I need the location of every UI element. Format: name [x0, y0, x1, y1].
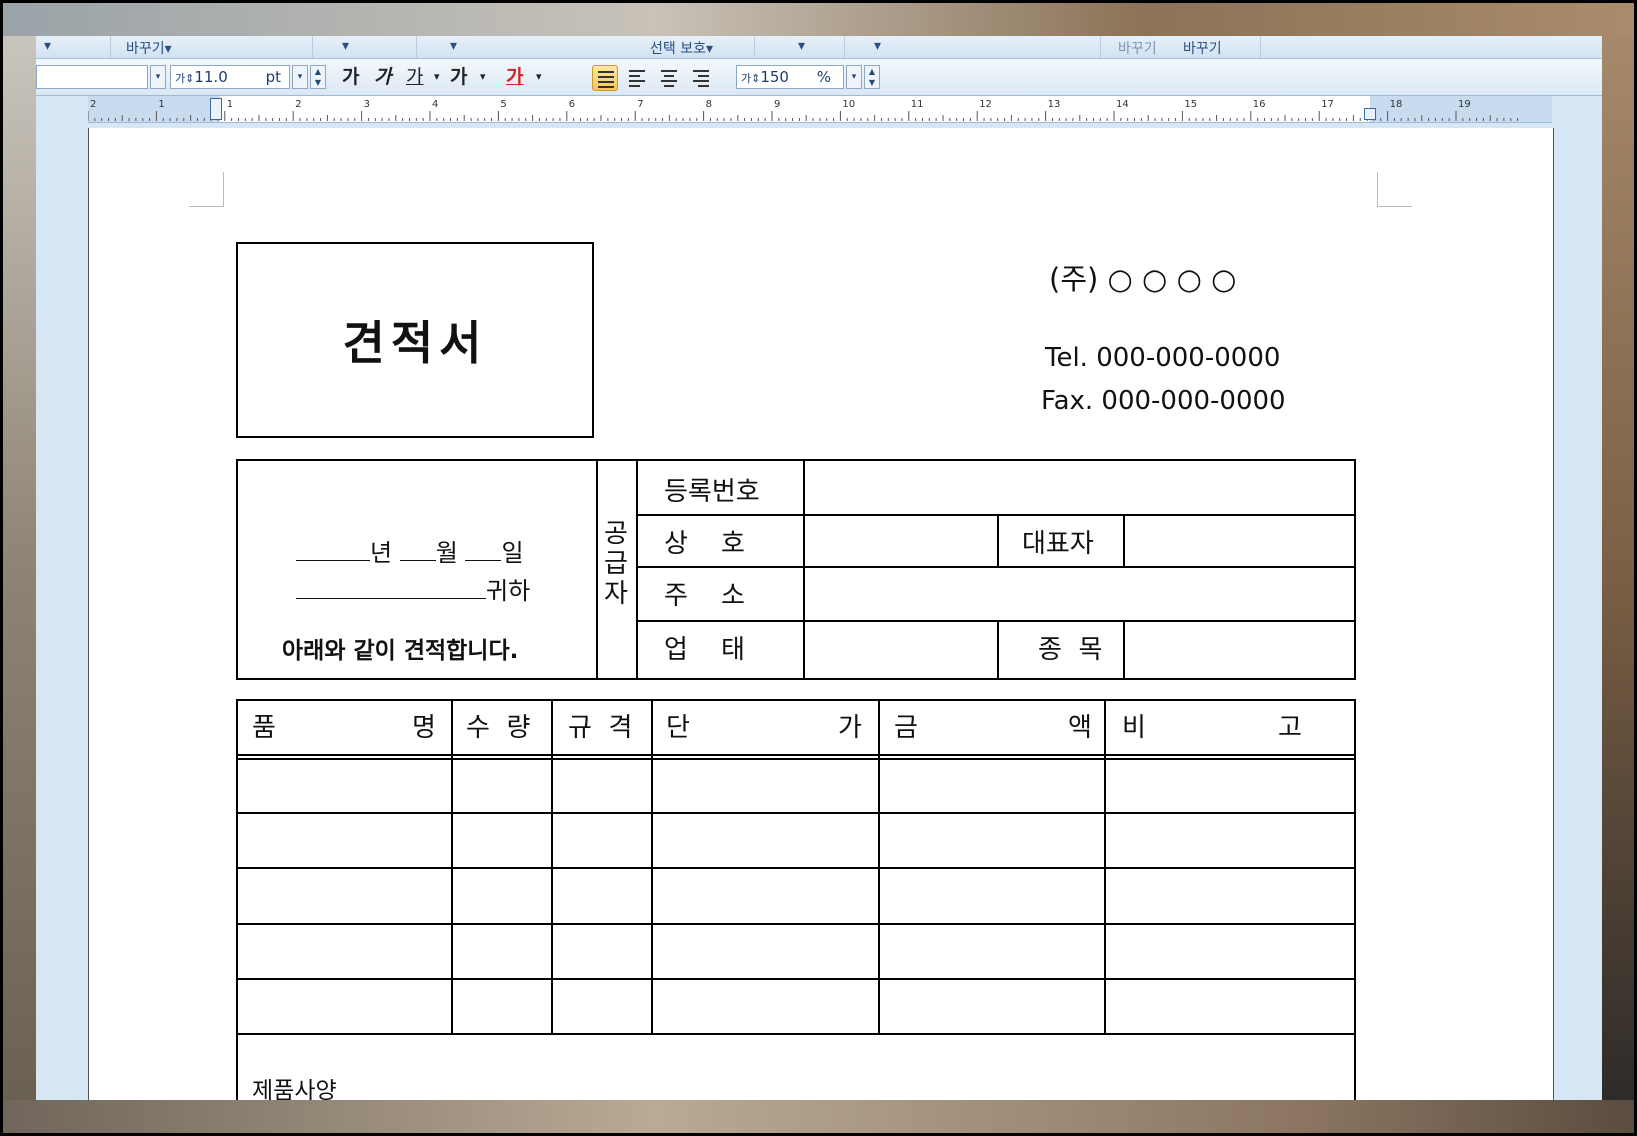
replace-button-disabled[interactable]: 바꾸기	[1118, 38, 1157, 58]
supplier-table: 년 월 일 귀하 아래와 같이 견적합니다. 공 급 자 등록번호 상 호 대표…	[236, 459, 1356, 680]
dropdown-arrow-icon[interactable]: ▾	[44, 38, 51, 54]
ruler-label: 11	[911, 99, 924, 110]
align-left-icon[interactable]	[624, 65, 650, 91]
indent-marker-icon[interactable]	[210, 98, 222, 120]
photo-background-left	[0, 36, 36, 1100]
table-row[interactable]	[238, 812, 1354, 814]
representative-label: 대표자	[1022, 529, 1094, 559]
ruler-label: 7	[637, 99, 643, 110]
ruler-label: 19	[1458, 99, 1471, 110]
ruler-label: 1	[158, 99, 164, 110]
ruler-label: 1	[227, 99, 233, 110]
business-type-label: 업 태	[664, 635, 745, 665]
dropdown-arrow-icon[interactable]: ▾	[536, 65, 542, 89]
right-indent-marker-icon[interactable]	[1364, 108, 1376, 120]
trade-name-label: 상 호	[664, 529, 745, 559]
font-name-dropdown[interactable]: ▾	[150, 65, 166, 89]
font-size-icon: 가⇕	[175, 72, 195, 85]
ruler-label: 2	[295, 99, 301, 110]
line-spacing-dropdown[interactable]: ▾	[846, 65, 862, 89]
ruler-label: 3	[364, 99, 370, 110]
ruler-label: 4	[432, 99, 438, 110]
address-label: 주 소	[664, 581, 745, 611]
selection-protect-menu[interactable]: 선택 보호▾	[650, 38, 713, 58]
ruler-label: 10	[842, 99, 855, 110]
company-tel: Tel. 000-000-0000	[1045, 343, 1281, 373]
amount-header-right: 액	[1068, 713, 1092, 743]
photo-background-right	[1602, 36, 1637, 1100]
ruler-label: 5	[500, 99, 506, 110]
dropdown-arrow-icon[interactable]: ▾	[342, 38, 349, 54]
supplier-label: 공 급 자	[604, 519, 628, 609]
amount-header-left: 금	[894, 713, 918, 743]
items-table: 품 명 수 량 규 격 단 가 금 액 비 고 제품사양	[236, 699, 1356, 1100]
product-spec-label: 제품사양	[252, 1078, 337, 1100]
line-spacing-icon: 가⇕	[741, 72, 761, 85]
photo-background-bottom	[0, 1100, 1637, 1136]
toolbar-top: ▾ 바꾸기▾ ▾ ▾ 선택 보호▾ ▾ ▾ 바꾸기 바꾸기	[36, 36, 1602, 59]
remarks-header-left: 비	[1122, 713, 1146, 743]
photo-background-top	[0, 0, 1637, 36]
unit-price-header-right: 가	[838, 713, 862, 743]
line-spacing-stepper[interactable]: ▲ ▼	[864, 65, 880, 89]
recipient-line[interactable]: 귀하	[296, 571, 530, 606]
remarks-header-right: 고	[1278, 713, 1302, 743]
ruler-label: 17	[1321, 99, 1334, 110]
text-color-button[interactable]: 가	[506, 65, 523, 89]
align-justify-icon[interactable]	[592, 65, 618, 91]
italic-button[interactable]: 가	[374, 65, 391, 89]
company-name: (주) ○ ○ ○ ○	[1049, 262, 1237, 296]
font-name-input[interactable]	[36, 65, 148, 89]
ruler-label: 12	[979, 99, 992, 110]
document-page[interactable]: 견적서 (주) ○ ○ ○ ○ Tel. 000-000-0000 Fax. 0…	[88, 128, 1554, 1100]
underline-button[interactable]: 가	[406, 65, 423, 89]
quantity-header: 수 량	[466, 713, 531, 743]
ruler-ticks: 2 1 1 2 3 4 5 6 7 8 9 10 11 12 13 14 15 16 17 18 19	[88, 99, 1519, 121]
ruler-label: 18	[1390, 99, 1403, 110]
table-row[interactable]	[238, 1033, 1354, 1035]
ruler-label: 13	[1048, 99, 1061, 110]
crop-mark-top-right	[1377, 172, 1412, 207]
spec-header: 규 격	[568, 713, 633, 743]
bold-button[interactable]: 가	[342, 65, 359, 89]
ruler-label: 2	[90, 99, 96, 110]
table-row[interactable]	[238, 978, 1354, 980]
ruler-label: 8	[706, 99, 712, 110]
intro-text: 아래와 같이 견적합니다.	[282, 638, 519, 664]
company-fax: Fax. 000-000-0000	[1041, 386, 1286, 416]
line-spacing-input[interactable]: 가⇕150%	[736, 65, 844, 89]
business-item-label: 종 목	[1038, 635, 1103, 665]
dropdown-arrow-icon[interactable]: ▾	[874, 38, 881, 54]
ruler-label: 14	[1116, 99, 1129, 110]
dropdown-arrow-icon[interactable]: ▾	[798, 38, 805, 54]
replace-menu[interactable]: 바꾸기▾	[126, 38, 172, 58]
formatting-toolbar: ▾ 가⇕11.0 pt ▾ ▲ ▼ 가 가 가 ▾ 가 ▾ 가 ▾ 가⇕150% ▾…	[36, 59, 1602, 96]
outline-button[interactable]: 가	[450, 65, 467, 89]
crop-mark-top-left	[189, 172, 224, 207]
date-line[interactable]: 년 월 일	[296, 533, 524, 568]
item-name-header-left: 품	[252, 713, 276, 743]
ruler-label: 6	[569, 99, 575, 110]
font-size-input[interactable]: 가⇕11.0 pt	[170, 65, 290, 89]
ruler-label: 16	[1253, 99, 1266, 110]
registration-number-label: 등록번호	[664, 477, 760, 507]
horizontal-ruler[interactable]: 2 1 1 2 3 4 5 6 7 8 9 10 11 12 13 14 15 16 17 18 19	[88, 96, 1552, 123]
item-name-header-right: 명	[412, 713, 436, 743]
ruler-label: 15	[1184, 99, 1197, 110]
table-row[interactable]	[238, 923, 1354, 925]
dropdown-arrow-icon[interactable]: ▾	[434, 65, 440, 89]
unit-price-header-left: 단	[666, 713, 690, 743]
dropdown-arrow-icon[interactable]: ▾	[480, 65, 486, 89]
ruler-label: 9	[774, 99, 780, 110]
word-processor-window: ▾ 바꾸기▾ ▾ ▾ 선택 보호▾ ▾ ▾ 바꾸기 바꾸기 ▾ 가⇕11.0 pt…	[36, 36, 1602, 1100]
document-title: 견적서	[236, 242, 594, 438]
align-center-icon[interactable]	[656, 65, 682, 91]
table-row[interactable]	[238, 867, 1354, 869]
align-right-icon[interactable]	[688, 65, 714, 91]
replace-button[interactable]: 바꾸기	[1183, 38, 1222, 58]
dropdown-arrow-icon[interactable]: ▾	[450, 38, 457, 54]
font-size-stepper[interactable]: ▲ ▼	[310, 65, 326, 89]
font-size-unit: pt	[265, 68, 281, 86]
font-size-dropdown[interactable]: ▾	[292, 65, 308, 89]
